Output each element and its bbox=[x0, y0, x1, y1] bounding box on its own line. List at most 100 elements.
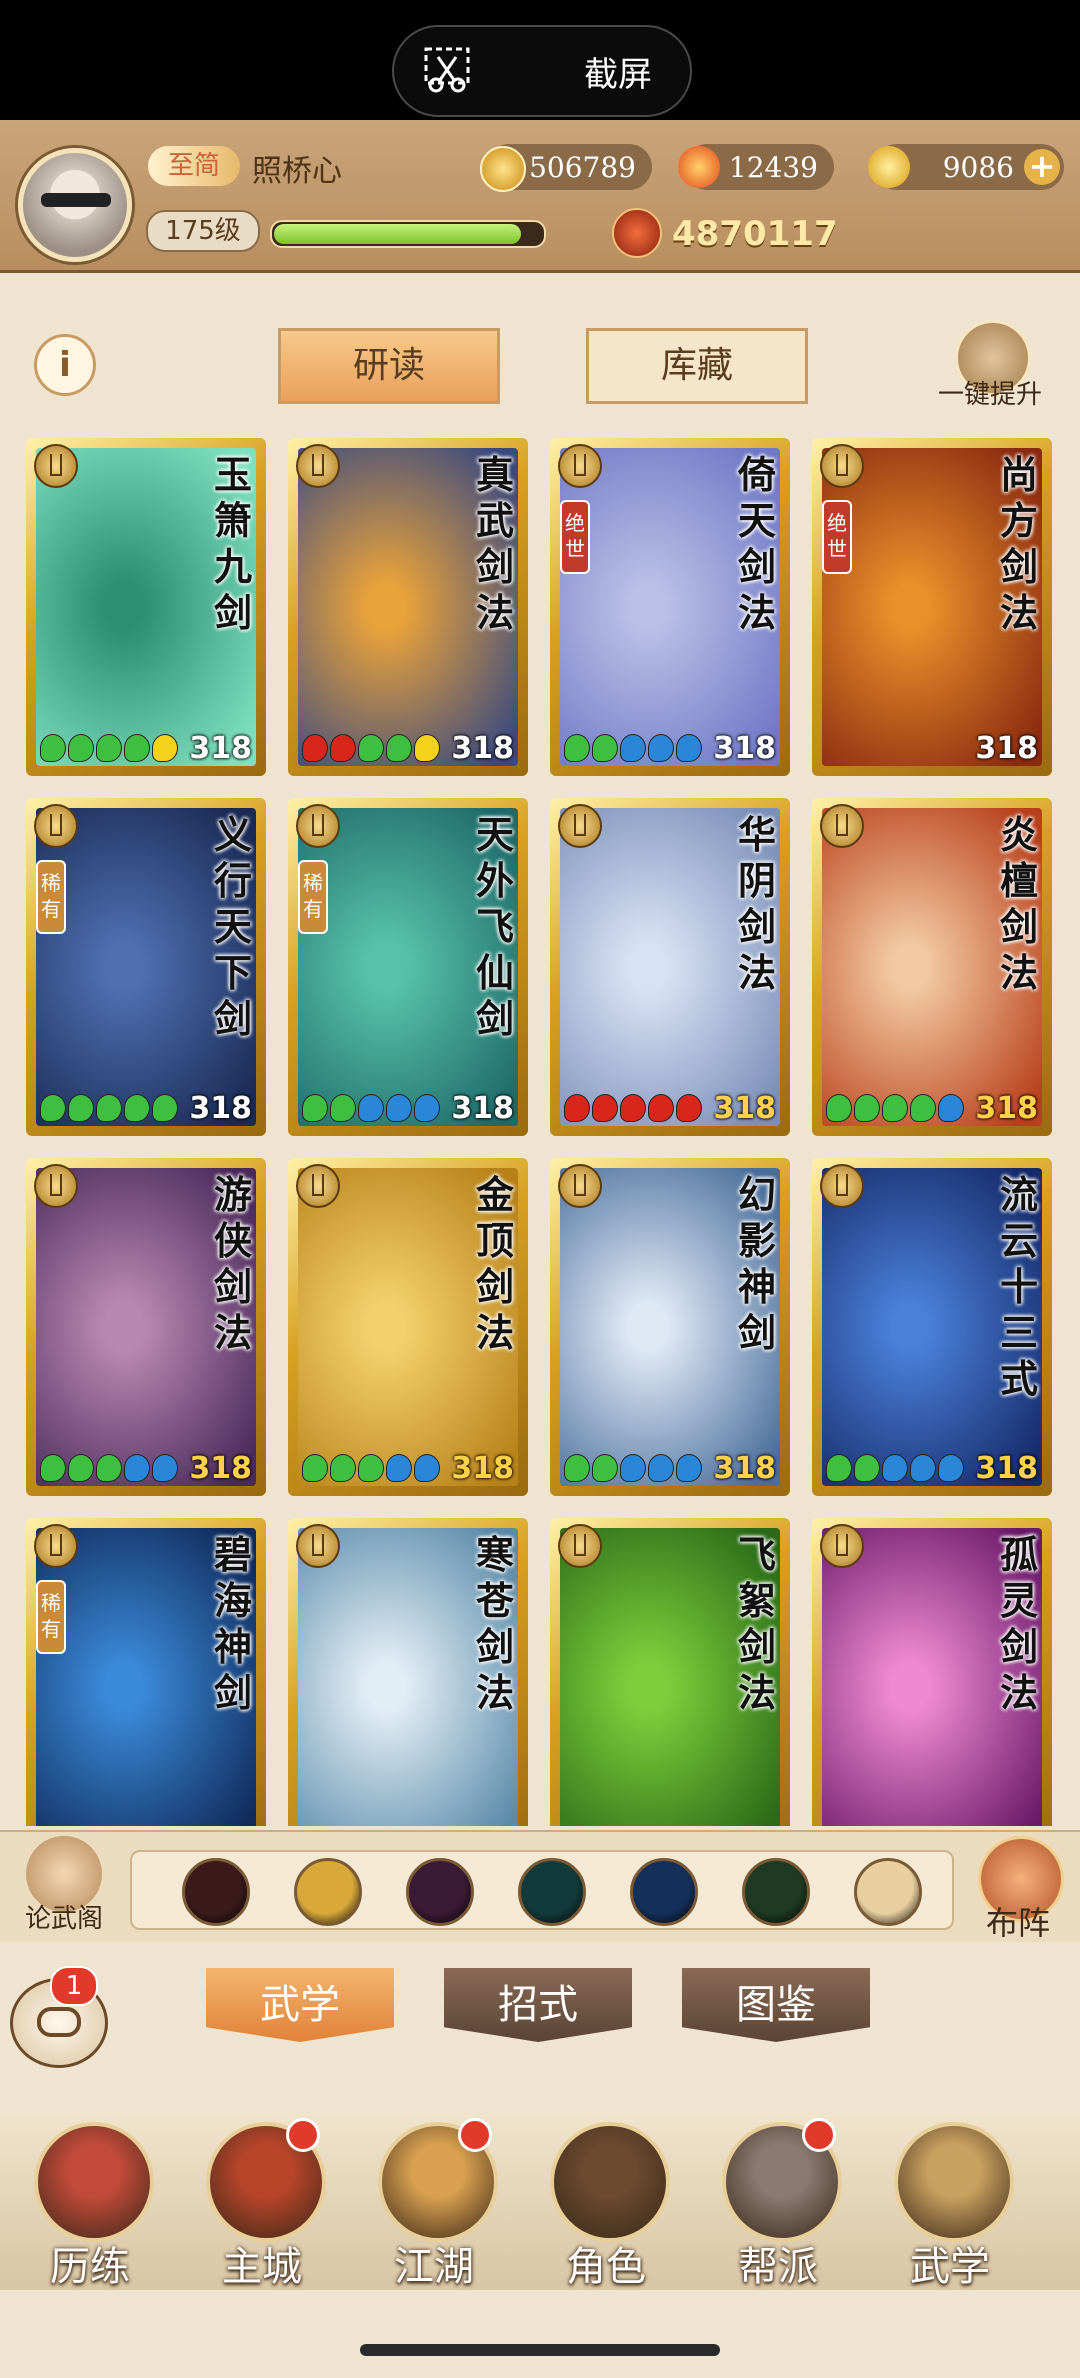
feather-filter-icon[interactable] bbox=[406, 1858, 474, 1926]
skill-card[interactable]: 玉箫九剑 318 bbox=[26, 438, 266, 776]
magatama-star-icon bbox=[854, 1454, 880, 1482]
card-level: 318 bbox=[975, 1451, 1038, 1486]
power-value: 4870117 bbox=[672, 214, 838, 254]
nav-item-2[interactable]: 江湖 bbox=[364, 2114, 504, 2290]
yinyang-filter-icon[interactable] bbox=[630, 1858, 698, 1926]
card-name: 尚方剑法 bbox=[999, 452, 1038, 635]
rarity-tag: 绝世 bbox=[822, 500, 852, 574]
card-name: 幻影神剑 bbox=[737, 1172, 776, 1355]
rarity-tag: 稀有 bbox=[36, 1580, 66, 1654]
magatama-star-icon bbox=[68, 734, 94, 762]
plus-icon[interactable]: + bbox=[1024, 149, 1060, 185]
magatama-star-icon bbox=[40, 734, 66, 762]
card-name: 孤灵剑法 bbox=[999, 1532, 1038, 1715]
skill-card[interactable]: 稀有 义行天下剑 318 bbox=[26, 798, 266, 1136]
card-level: 318 bbox=[451, 731, 514, 766]
skill-card[interactable]: 华阴剑法 318 bbox=[550, 798, 790, 1136]
nav-item-1[interactable]: 主城 bbox=[192, 2114, 332, 2290]
magatama-star-icon bbox=[358, 1094, 384, 1122]
tab-atlas[interactable]: 图鉴 bbox=[682, 1968, 870, 2042]
magatama-star-icon bbox=[386, 1094, 412, 1122]
skill-card[interactable]: 游侠剑法 318 bbox=[26, 1158, 266, 1496]
card-name: 流云十三式 bbox=[999, 1172, 1038, 1401]
magatama-star-icon bbox=[152, 1094, 178, 1122]
magatama-star-icon bbox=[386, 1454, 412, 1482]
magatama-star-icon bbox=[676, 734, 702, 762]
card-level: 318 bbox=[975, 1091, 1038, 1126]
magatama-star-icon bbox=[40, 1094, 66, 1122]
swirl-filter-icon[interactable] bbox=[742, 1858, 810, 1926]
magatama-star-icon bbox=[414, 734, 440, 762]
magatama-star-icon bbox=[854, 1094, 880, 1122]
upgrade-all-button[interactable]: 一键提升 bbox=[930, 320, 1050, 420]
tab-moves[interactable]: 招式 bbox=[444, 1968, 632, 2042]
star-rating bbox=[302, 734, 442, 764]
card-name: 玉箫九剑 bbox=[213, 452, 252, 635]
bottom-area: 1 武学 招式 图鉴 历练 主城 江湖 角色 帮派 武学 bbox=[0, 1942, 1080, 2378]
nav-label: 角色 bbox=[566, 2244, 646, 2290]
magatama-star-icon bbox=[882, 1454, 908, 1482]
magatama-star-icon bbox=[648, 1454, 674, 1482]
magatama-star-icon bbox=[676, 1094, 702, 1122]
fire-counter[interactable]: 12439 bbox=[678, 144, 834, 190]
notification-dot bbox=[286, 2118, 320, 2152]
rarity-tag: 绝世 bbox=[560, 500, 590, 574]
gold-counter[interactable]: 9086 + bbox=[868, 144, 1064, 190]
screenshot-button[interactable]: 截屏 bbox=[392, 25, 692, 117]
magatama-star-icon bbox=[938, 1094, 964, 1122]
star-rating bbox=[564, 734, 704, 764]
nav-icon bbox=[894, 2122, 1014, 2242]
skill-card[interactable]: 绝世 尚方剑法 318 bbox=[812, 438, 1052, 776]
tab-study[interactable]: 研读 bbox=[278, 328, 500, 404]
tab-martial-arts[interactable]: 武学 bbox=[206, 1968, 394, 2042]
skill-card[interactable]: 炎檀剑法 318 bbox=[812, 798, 1052, 1136]
tab-collection[interactable]: 库藏 bbox=[586, 328, 808, 404]
coins-counter[interactable]: 506789 bbox=[480, 144, 652, 192]
nav-item-3[interactable]: 角色 bbox=[536, 2114, 676, 2290]
magatama-star-icon bbox=[124, 1454, 150, 1482]
sword-emblem-icon bbox=[558, 444, 602, 488]
skill-card[interactable]: 稀有 碧海神剑 bbox=[26, 1518, 266, 1826]
home-indicator[interactable] bbox=[360, 2344, 720, 2356]
formation-button[interactable]: 布阵 bbox=[968, 1836, 1068, 1942]
emblem-filter-icon[interactable] bbox=[294, 1858, 362, 1926]
skill-card[interactable]: 孤灵剑法 bbox=[812, 1518, 1052, 1826]
fire-value: 12439 bbox=[728, 151, 818, 184]
flame-icon bbox=[678, 146, 720, 188]
skill-card[interactable]: 金顶剑法 318 bbox=[288, 1158, 528, 1496]
nav-item-0[interactable]: 历练 bbox=[20, 2114, 160, 2290]
skill-card[interactable]: 幻影神剑 318 bbox=[550, 1158, 790, 1496]
magatama-star-icon bbox=[124, 734, 150, 762]
star-rating bbox=[40, 1094, 180, 1124]
sword-emblem-icon bbox=[296, 1524, 340, 1568]
magatama-star-icon bbox=[302, 1094, 328, 1122]
magatama-star-icon bbox=[910, 1094, 936, 1122]
card-level: 318 bbox=[451, 1451, 514, 1486]
rank-up-filter-icon[interactable] bbox=[854, 1858, 922, 1926]
nav-item-4[interactable]: 帮派 bbox=[708, 2114, 848, 2290]
skill-card[interactable]: 流云十三式 318 bbox=[812, 1158, 1052, 1496]
card-name: 游侠剑法 bbox=[213, 1172, 252, 1355]
nav-label: 帮派 bbox=[738, 2244, 818, 2290]
nav-item-5[interactable]: 武学 bbox=[880, 2114, 1020, 2290]
skill-card[interactable]: 飞絮剑法 bbox=[550, 1518, 790, 1826]
sword-emblem-icon bbox=[558, 804, 602, 848]
sword-emblem-icon bbox=[34, 804, 78, 848]
sword-emblem-icon bbox=[820, 444, 864, 488]
lunwuge-button[interactable]: 论武阁 bbox=[16, 1836, 112, 1936]
star-rating bbox=[826, 1094, 966, 1124]
skill-card[interactable]: 寒苍剑法 bbox=[288, 1518, 528, 1826]
vip-badge: 至简 bbox=[148, 146, 240, 186]
card-level: 318 bbox=[451, 1091, 514, 1126]
screenshot-label: 截屏 bbox=[584, 55, 652, 95]
sword-filter-icon[interactable] bbox=[182, 1858, 250, 1926]
fan-filter-icon[interactable] bbox=[518, 1858, 586, 1926]
skill-card[interactable]: 绝世 倚天剑法 318 bbox=[550, 438, 790, 776]
magatama-star-icon bbox=[302, 734, 328, 762]
magatama-star-icon bbox=[826, 1094, 852, 1122]
skill-card[interactable]: 真武剑法 318 bbox=[288, 438, 528, 776]
info-button[interactable]: i bbox=[34, 334, 96, 396]
avatar[interactable] bbox=[18, 148, 132, 262]
nav-label: 武学 bbox=[910, 2244, 990, 2290]
skill-card[interactable]: 稀有 天外飞仙剑 318 bbox=[288, 798, 528, 1136]
